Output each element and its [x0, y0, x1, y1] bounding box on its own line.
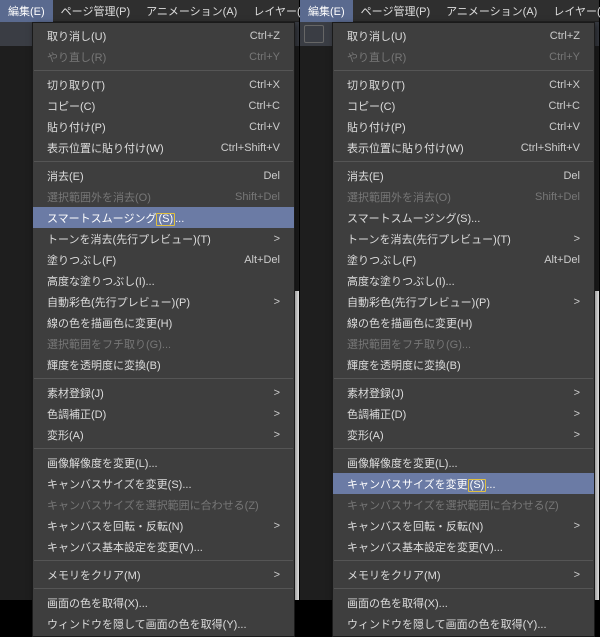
chevron-right-icon: > — [574, 233, 580, 245]
smart-smoothing-item[interactable]: スマートスムージング(S)... — [333, 207, 594, 228]
separator — [334, 560, 593, 561]
redo-item[interactable]: やり直し(R)Ctrl+Y — [33, 46, 294, 67]
line-to-draw-color-item[interactable]: 線の色を描画色に変更(H) — [333, 312, 594, 333]
change-resolution-item[interactable]: 画像解像度を変更(L)... — [33, 452, 294, 473]
erase-outside-item[interactable]: 選択範囲外を消去(O)Shift+Del — [33, 186, 294, 207]
cut-item[interactable]: 切り取り(T)Ctrl+X — [333, 74, 594, 95]
rotate-flip-item[interactable]: キャンバスを回転・反転(N)> — [33, 515, 294, 536]
advanced-fill-item[interactable]: 高度な塗りつぶし(I)... — [333, 270, 594, 291]
get-screen-color-item[interactable]: 画面の色を取得(X)... — [33, 592, 294, 613]
redo-item[interactable]: やり直し(R)Ctrl+Y — [333, 46, 594, 67]
clear-memory-item[interactable]: メモリをクリア(M)> — [333, 564, 594, 585]
change-resolution-item[interactable]: 画像解像度を変更(L)... — [333, 452, 594, 473]
fit-canvas-item[interactable]: キャンバスサイズを選択範囲に合わせる(Z) — [333, 494, 594, 515]
canvas-size-item[interactable]: キャンバスサイズを変更(S)... — [333, 473, 594, 494]
chevron-right-icon: > — [274, 387, 280, 399]
undo-item[interactable]: 取り消し(U)Ctrl+Z — [33, 25, 294, 46]
separator — [334, 378, 593, 379]
fill-item[interactable]: 塗りつぶし(F)Alt+Del — [333, 249, 594, 270]
advanced-fill-item[interactable]: 高度な塗りつぶし(I)... — [33, 270, 294, 291]
menu-edit[interactable]: 編集(E) — [0, 0, 53, 22]
canvas-size-item[interactable]: キャンバスサイズを変更(S)... — [33, 473, 294, 494]
hide-get-color-item[interactable]: ウィンドウを隠して画面の色を取得(Y)... — [33, 613, 294, 634]
erase-item[interactable]: 消去(E)Del — [33, 165, 294, 186]
clear-memory-item[interactable]: メモリをクリア(M)> — [33, 564, 294, 585]
smart-smoothing-item[interactable]: スマートスムージング(S)... — [33, 207, 294, 228]
chevron-right-icon: > — [574, 408, 580, 420]
auto-color-item[interactable]: 自動彩色(先行プレビュー)(P)> — [33, 291, 294, 312]
left-panel: 編集(E) ページ管理(P) アニメーション(A) レイヤー(L) 取り消し(U… — [0, 0, 300, 600]
tonal-correction-item[interactable]: 色調補正(D)> — [333, 403, 594, 424]
separator — [34, 161, 293, 162]
menubar: 編集(E) ページ管理(P) アニメーション(A) レイヤー(L) — [300, 0, 599, 22]
fill-item[interactable]: 塗りつぶし(F)Alt+Del — [33, 249, 294, 270]
separator — [334, 161, 593, 162]
auto-color-item[interactable]: 自動彩色(先行プレビュー)(P)> — [333, 291, 594, 312]
canvas-size-label: キャンバスサイズを変更(S)... — [347, 476, 580, 492]
paste-item[interactable]: 貼り付け(P)Ctrl+V — [333, 116, 594, 137]
line-to-draw-color-item[interactable]: 線の色を描画色に変更(H) — [33, 312, 294, 333]
separator — [34, 588, 293, 589]
separator — [334, 588, 593, 589]
get-screen-color-item[interactable]: 画面の色を取得(X)... — [333, 592, 594, 613]
chevron-right-icon: > — [274, 569, 280, 581]
separator — [34, 560, 293, 561]
luminance-to-alpha-item[interactable]: 輝度を透明度に変換(B) — [33, 354, 294, 375]
chevron-right-icon: > — [274, 520, 280, 532]
edit-dropdown: 取り消し(U)Ctrl+Z やり直し(R)Ctrl+Y 切り取り(T)Ctrl+… — [332, 22, 595, 637]
transform-item[interactable]: 変形(A)> — [33, 424, 294, 445]
rotate-flip-item[interactable]: キャンバスを回転・反転(N)> — [333, 515, 594, 536]
chevron-right-icon: > — [274, 408, 280, 420]
copy-item[interactable]: コピー(C)Ctrl+C — [333, 95, 594, 116]
luminance-to-alpha-item[interactable]: 輝度を透明度に変換(B) — [333, 354, 594, 375]
erase-item[interactable]: 消去(E)Del — [333, 165, 594, 186]
menu-animation[interactable]: アニメーション(A) — [138, 0, 245, 22]
menubar: 編集(E) ページ管理(P) アニメーション(A) レイヤー(L) — [0, 0, 299, 22]
erase-outside-item[interactable]: 選択範囲外を消去(O)Shift+Del — [333, 186, 594, 207]
chevron-right-icon: > — [274, 296, 280, 308]
smart-smoothing-label: スマートスムージング(S)... — [47, 210, 280, 226]
remove-tones-item[interactable]: トーンを消去(先行プレビュー)(T)> — [33, 228, 294, 249]
fit-canvas-item[interactable]: キャンバスサイズを選択範囲に合わせる(Z) — [33, 494, 294, 515]
chevron-right-icon: > — [574, 520, 580, 532]
hotkey-highlight: (S) — [468, 479, 487, 492]
hide-get-color-item[interactable]: ウィンドウを隠して画面の色を取得(Y)... — [333, 613, 594, 634]
paste-item[interactable]: 貼り付け(P)Ctrl+V — [33, 116, 294, 137]
menu-edit[interactable]: 編集(E) — [300, 0, 353, 22]
chevron-right-icon: > — [274, 429, 280, 441]
tonal-correction-item[interactable]: 色調補正(D)> — [33, 403, 294, 424]
chevron-right-icon: > — [574, 569, 580, 581]
material-register-item[interactable]: 素材登録(J)> — [333, 382, 594, 403]
canvas-settings-item[interactable]: キャンバス基本設定を変更(V)... — [333, 536, 594, 557]
copy-item[interactable]: コピー(C)Ctrl+C — [33, 95, 294, 116]
separator — [34, 70, 293, 71]
paste-at-item[interactable]: 表示位置に貼り付け(W)Ctrl+Shift+V — [33, 137, 294, 158]
transform-item[interactable]: 変形(A)> — [333, 424, 594, 445]
chevron-right-icon: > — [574, 429, 580, 441]
hotkey-highlight: (S) — [156, 213, 175, 226]
selection-outline-item[interactable]: 選択範囲をフチ取り(G)... — [33, 333, 294, 354]
separator — [334, 448, 593, 449]
separator — [334, 70, 593, 71]
toolbar-icon[interactable] — [304, 25, 324, 43]
paste-at-item[interactable]: 表示位置に貼り付け(W)Ctrl+Shift+V — [333, 137, 594, 158]
remove-tones-item[interactable]: トーンを消去(先行プレビュー)(T)> — [333, 228, 594, 249]
selection-outline-item[interactable]: 選択範囲をフチ取り(G)... — [333, 333, 594, 354]
menu-page[interactable]: ページ管理(P) — [353, 0, 438, 22]
menu-animation[interactable]: アニメーション(A) — [438, 0, 545, 22]
menu-layer[interactable]: レイヤー(L) — [545, 0, 600, 22]
undo-item[interactable]: 取り消し(U)Ctrl+Z — [333, 25, 594, 46]
separator — [34, 378, 293, 379]
chevron-right-icon: > — [274, 233, 280, 245]
material-register-item[interactable]: 素材登録(J)> — [33, 382, 294, 403]
chevron-right-icon: > — [574, 387, 580, 399]
cut-item[interactable]: 切り取り(T)Ctrl+X — [33, 74, 294, 95]
menu-page[interactable]: ページ管理(P) — [53, 0, 138, 22]
right-panel: 編集(E) ページ管理(P) アニメーション(A) レイヤー(L) 取り消し(U… — [300, 0, 600, 600]
canvas-settings-item[interactable]: キャンバス基本設定を変更(V)... — [33, 536, 294, 557]
chevron-right-icon: > — [574, 296, 580, 308]
separator — [34, 448, 293, 449]
edit-dropdown: 取り消し(U)Ctrl+Z やり直し(R)Ctrl+Y 切り取り(T)Ctrl+… — [32, 22, 295, 637]
